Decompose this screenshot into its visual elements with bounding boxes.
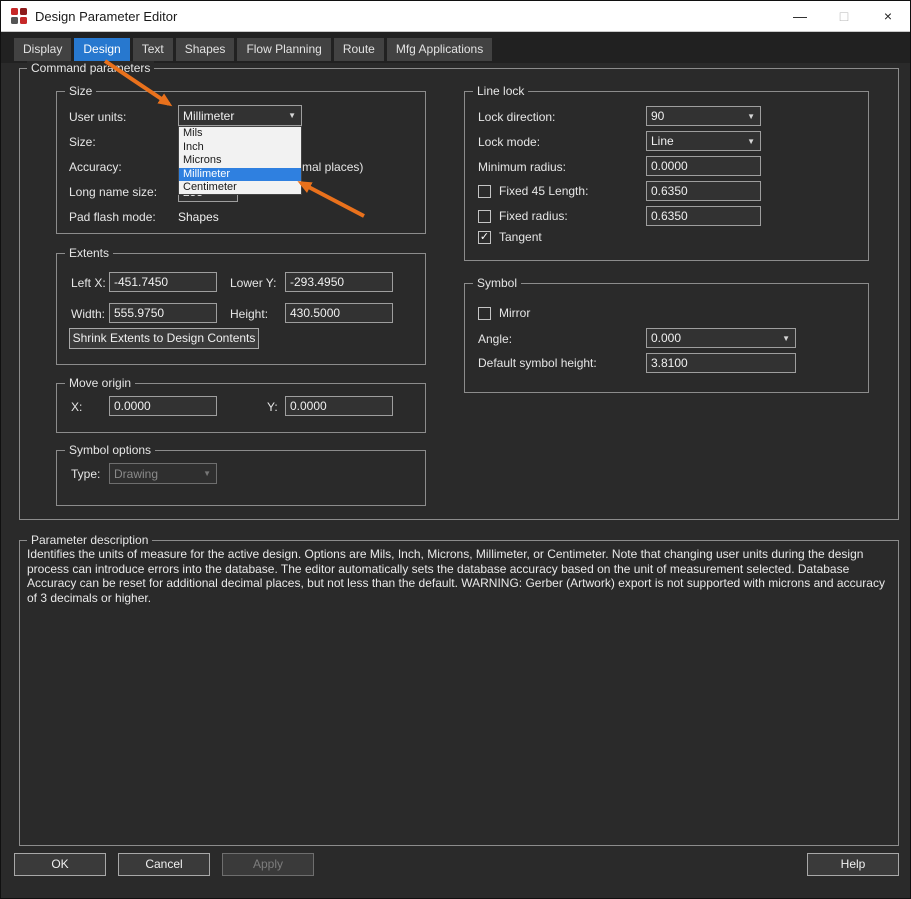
parameter-description-text: Identifies the units of measure for the … <box>27 547 891 606</box>
menu-item-mils[interactable]: Mils <box>179 127 301 141</box>
move-origin-title: Move origin <box>65 376 135 390</box>
user-units-label: User units: <box>69 110 126 124</box>
angle-label: Angle: <box>478 332 512 346</box>
symbol-type-dropdown[interactable]: Drawing ▼ <box>109 463 217 484</box>
lower-y-label: Lower Y: <box>230 276 276 290</box>
size-group-title: Size <box>65 84 96 98</box>
user-units-menu: Mils Inch Microns Millimeter Centimeter <box>178 126 302 195</box>
tab-mfg-applications[interactable]: Mfg Applications <box>387 38 492 61</box>
long-name-size-label: Long name size: <box>69 185 157 199</box>
size-label: Size: <box>69 135 96 149</box>
move-origin-x-field[interactable] <box>109 396 217 416</box>
shrink-extents-button[interactable]: Shrink Extents to Design Contents <box>69 328 259 349</box>
height-label: Height: <box>230 307 268 321</box>
tab-flow-planning[interactable]: Flow Planning <box>237 38 330 61</box>
tangent-checkbox[interactable]: ✓ <box>478 231 491 244</box>
symbol-type-value: Drawing <box>114 467 158 481</box>
apply-button[interactable]: Apply <box>222 853 314 876</box>
fixed-45-length-field[interactable] <box>646 181 761 201</box>
left-x-field[interactable] <box>109 272 217 292</box>
help-button[interactable]: Help <box>807 853 899 876</box>
height-field[interactable] <box>285 303 393 323</box>
lock-mode-dropdown[interactable]: Line ▼ <box>646 131 761 151</box>
user-units-dropdown[interactable]: Millimeter ▼ <box>178 105 302 126</box>
chevron-down-icon: ▼ <box>782 334 790 343</box>
fixed-radius-label: Fixed radius: <box>499 209 568 223</box>
command-parameters-title: Command parameters <box>27 61 154 75</box>
chevron-down-icon: ▼ <box>203 469 211 478</box>
window-title: Design Parameter Editor <box>35 1 177 32</box>
minimize-button[interactable]: — <box>778 1 822 32</box>
fixed-radius-field[interactable] <box>646 206 761 226</box>
fixed-radius-checkbox[interactable] <box>478 210 491 223</box>
symbol-title: Symbol <box>473 276 521 290</box>
fixed-45-length-label: Fixed 45 Length: <box>499 184 588 198</box>
symbol-type-label: Type: <box>71 467 100 481</box>
move-origin-y-label: Y: <box>267 400 278 414</box>
default-symbol-height-field[interactable] <box>646 353 796 373</box>
mirror-checkbox[interactable] <box>478 307 491 320</box>
menu-item-millimeter[interactable]: Millimeter <box>179 168 301 182</box>
menu-item-centimeter[interactable]: Centimeter <box>179 181 301 195</box>
move-origin-y-field[interactable] <box>285 396 393 416</box>
symbol-options-title: Symbol options <box>65 443 155 457</box>
left-x-label: Left X: <box>71 276 106 290</box>
tab-shapes[interactable]: Shapes <box>176 38 235 61</box>
tab-text[interactable]: Text <box>133 38 173 61</box>
width-field[interactable] <box>109 303 217 323</box>
lower-y-field[interactable] <box>285 272 393 292</box>
mirror-label: Mirror <box>499 306 530 320</box>
tab-route[interactable]: Route <box>334 38 384 61</box>
cancel-button[interactable]: Cancel <box>118 853 210 876</box>
tabstrip: Display Design Text Shapes Flow Planning… <box>14 38 492 61</box>
chevron-down-icon: ▼ <box>288 111 296 120</box>
maximize-button[interactable]: □ <box>822 1 866 32</box>
user-units-value: Millimeter <box>183 109 234 123</box>
app-icon <box>11 8 28 25</box>
default-symbol-height-label: Default symbol height: <box>478 356 597 370</box>
line-lock-title: Line lock <box>473 84 528 98</box>
lock-direction-label: Lock direction: <box>478 110 555 124</box>
lock-direction-dropdown[interactable]: 90 ▼ <box>646 106 761 126</box>
parameter-description-title: Parameter description <box>27 533 152 547</box>
chevron-down-icon: ▼ <box>747 137 755 146</box>
angle-value: 0.000 <box>651 331 681 345</box>
close-button[interactable]: × <box>866 1 910 32</box>
check-icon: ✓ <box>479 232 490 243</box>
fixed-45-length-checkbox[interactable] <box>478 185 491 198</box>
angle-dropdown[interactable]: 0.000 ▼ <box>646 328 796 348</box>
window-controls: — □ × <box>778 1 910 32</box>
lock-mode-label: Lock mode: <box>478 135 540 149</box>
tangent-label: Tangent <box>499 230 542 244</box>
extents-title: Extents <box>65 246 113 260</box>
menu-item-inch[interactable]: Inch <box>179 141 301 155</box>
lock-direction-value: 90 <box>651 109 664 123</box>
lock-mode-value: Line <box>651 134 674 148</box>
accuracy-label: Accuracy: <box>69 160 122 174</box>
design-parameter-editor-window: Design Parameter Editor — □ × Display De… <box>0 0 911 899</box>
width-label: Width: <box>71 307 105 321</box>
menu-item-microns[interactable]: Microns <box>179 154 301 168</box>
pad-flash-mode-label: Pad flash mode: <box>69 210 156 224</box>
ok-button[interactable]: OK <box>14 853 106 876</box>
minimum-radius-label: Minimum radius: <box>478 160 566 174</box>
pad-flash-mode-value: Shapes <box>178 210 219 224</box>
titlebar: Design Parameter Editor — □ × <box>1 1 910 32</box>
minimum-radius-field[interactable] <box>646 156 761 176</box>
tab-display[interactable]: Display <box>14 38 71 61</box>
move-origin-x-label: X: <box>71 400 82 414</box>
chevron-down-icon: ▼ <box>747 112 755 121</box>
tab-design[interactable]: Design <box>74 38 129 61</box>
